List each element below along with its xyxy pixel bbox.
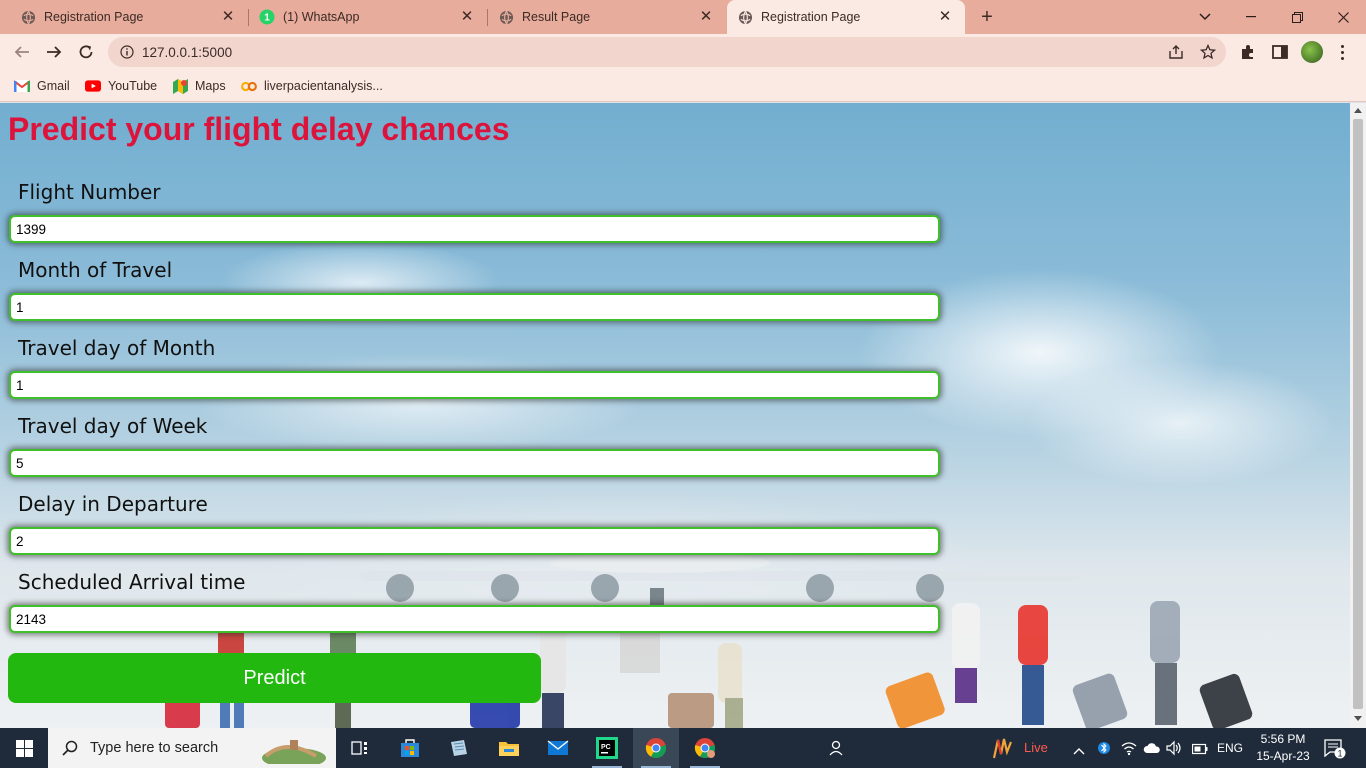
side-panel-icon[interactable] (1271, 43, 1289, 61)
bookmark-youtube[interactable]: YouTube (85, 77, 157, 95)
address-bar[interactable]: 127.0.0.1:5000 (108, 37, 1226, 67)
globe-icon (20, 9, 36, 25)
delay-in-departure-label: Delay in Departure (18, 492, 208, 516)
bookmark-maps[interactable]: Maps (172, 77, 226, 95)
tab-close-icon[interactable]: ✕ (937, 9, 953, 25)
clock-time: 5:56 PM (1260, 732, 1306, 746)
windows-taskbar: Type here to search PC Live ENG 5:56 PM … (0, 728, 1366, 768)
windows-start-icon[interactable] (0, 728, 48, 768)
scheduled-arrival-time-label: Scheduled Arrival time (18, 570, 246, 594)
language-indicator[interactable]: ENG (1217, 741, 1243, 755)
tab-close-icon[interactable]: ✕ (220, 9, 236, 25)
bookmark-liverpacientanalysis[interactable]: liverpacientanalysis... (241, 77, 383, 95)
mail-icon[interactable] (535, 728, 581, 768)
page-title: Predict your flight delay chances (8, 111, 510, 147)
tab-close-icon[interactable]: ✕ (698, 9, 714, 25)
live-label: Live (1024, 740, 1048, 755)
microsoft-store-icon[interactable] (387, 728, 433, 768)
travel-day-of-month-label: Travel day of Month (18, 336, 216, 360)
page-viewport: Predict your flight delay chances Flight… (0, 103, 1350, 728)
volume-icon[interactable] (1166, 740, 1182, 761)
tab-title: Registration Page (44, 10, 144, 24)
battery-icon[interactable] (1191, 742, 1208, 760)
new-tab-button[interactable]: + (976, 6, 998, 28)
tab-result-page[interactable]: Result Page ✕ (488, 0, 726, 34)
bookmark-gmail[interactable]: Gmail (14, 77, 70, 95)
profile-avatar[interactable] (1301, 41, 1323, 63)
tab-whatsapp[interactable]: 1 (1) WhatsApp ✕ (249, 0, 487, 34)
flight-number-input[interactable]: 1399 (9, 215, 940, 243)
forward-arrow-icon[interactable] (42, 40, 66, 64)
scroll-down-arrow-icon[interactable] (1354, 716, 1362, 721)
bookmark-star-icon[interactable] (1199, 43, 1217, 60)
close-window-button[interactable] (1320, 0, 1366, 34)
search-highlight-image (262, 740, 326, 764)
globe-icon (737, 9, 753, 25)
minimize-button[interactable] (1228, 0, 1274, 34)
extensions-puzzle-icon[interactable] (1239, 43, 1257, 61)
bookmark-label: Gmail (37, 79, 70, 93)
url-text: 127.0.0.1:5000 (142, 45, 233, 60)
system-clock[interactable]: 5:56 PM 15-Apr-23 (1252, 731, 1314, 765)
tab-title: Registration Page (761, 10, 861, 24)
live-paint-icon[interactable] (990, 736, 1014, 765)
month-of-travel-label: Month of Travel (18, 258, 173, 282)
bookmarks-bar: Gmail YouTube Maps liverpacientanalysis.… (0, 70, 1366, 102)
share-icon[interactable] (1168, 44, 1184, 60)
flight-number-label: Flight Number (18, 180, 161, 204)
tab-search-chevron-icon[interactable] (1182, 0, 1228, 34)
show-hidden-icons-chevron-icon[interactable] (1073, 742, 1085, 760)
svg-text:PC: PC (601, 744, 611, 751)
search-placeholder: Type here to search (90, 740, 219, 756)
predict-button[interactable]: Predict (8, 653, 541, 703)
scroll-up-arrow-icon[interactable] (1354, 108, 1362, 113)
page-scrollbar[interactable] (1350, 103, 1366, 728)
maps-icon (172, 78, 188, 94)
gmail-icon (14, 78, 30, 94)
delay-in-departure-input[interactable]: 2 (9, 527, 940, 555)
back-arrow-icon[interactable] (10, 40, 34, 64)
notes-app-icon[interactable] (436, 728, 482, 768)
tab-title: (1) WhatsApp (283, 10, 360, 24)
tab-strip: Registration Page ✕ 1 (1) WhatsApp ✕ Res… (0, 0, 1366, 34)
browser-menu-icon[interactable] (1338, 43, 1346, 61)
people-search-icon[interactable] (813, 728, 859, 768)
whatsapp-icon: 1 (259, 9, 275, 25)
onedrive-cloud-icon[interactable] (1143, 741, 1161, 759)
scheduled-arrival-time-input[interactable]: 2143 (9, 605, 940, 633)
svg-text:1: 1 (1337, 749, 1342, 759)
month-of-travel-input[interactable]: 1 (9, 293, 940, 321)
wifi-icon[interactable] (1121, 740, 1137, 761)
pycharm-icon[interactable]: PC (584, 728, 630, 768)
travel-day-of-week-label: Travel day of Week (18, 414, 208, 438)
tab-registration-page-1[interactable]: Registration Page ✕ (0, 0, 248, 34)
task-view-icon[interactable] (337, 728, 383, 768)
browser-toolbar: 127.0.0.1:5000 (0, 34, 1366, 70)
site-info-icon[interactable] (120, 45, 134, 59)
search-icon (62, 740, 78, 756)
clock-date: 15-Apr-23 (1256, 749, 1310, 763)
reload-icon[interactable] (74, 40, 98, 64)
taskbar-search-box[interactable]: Type here to search (48, 728, 336, 768)
bookmark-label: Maps (195, 79, 226, 93)
globe-icon (498, 9, 514, 25)
file-explorer-icon[interactable] (486, 728, 532, 768)
bookmark-label: liverpacientanalysis... (264, 79, 383, 93)
travel-day-of-week-input[interactable]: 5 (9, 449, 940, 477)
colab-icon (241, 78, 257, 94)
chrome-profile-icon[interactable] (682, 728, 728, 768)
youtube-icon (85, 78, 101, 94)
tab-close-icon[interactable]: ✕ (459, 9, 475, 25)
scroll-thumb[interactable] (1353, 119, 1363, 709)
tab-registration-page-active[interactable]: Registration Page ✕ (727, 0, 965, 34)
restore-button[interactable] (1274, 0, 1320, 34)
tab-title: Result Page (522, 10, 591, 24)
travel-day-of-month-input[interactable]: 1 (9, 371, 940, 399)
chrome-icon-active[interactable] (633, 728, 679, 768)
bookmark-label: YouTube (108, 79, 158, 93)
notification-center-icon[interactable]: 1 (1324, 739, 1346, 764)
svg-text:1: 1 (264, 13, 270, 24)
bluetooth-icon[interactable] (1098, 739, 1110, 762)
